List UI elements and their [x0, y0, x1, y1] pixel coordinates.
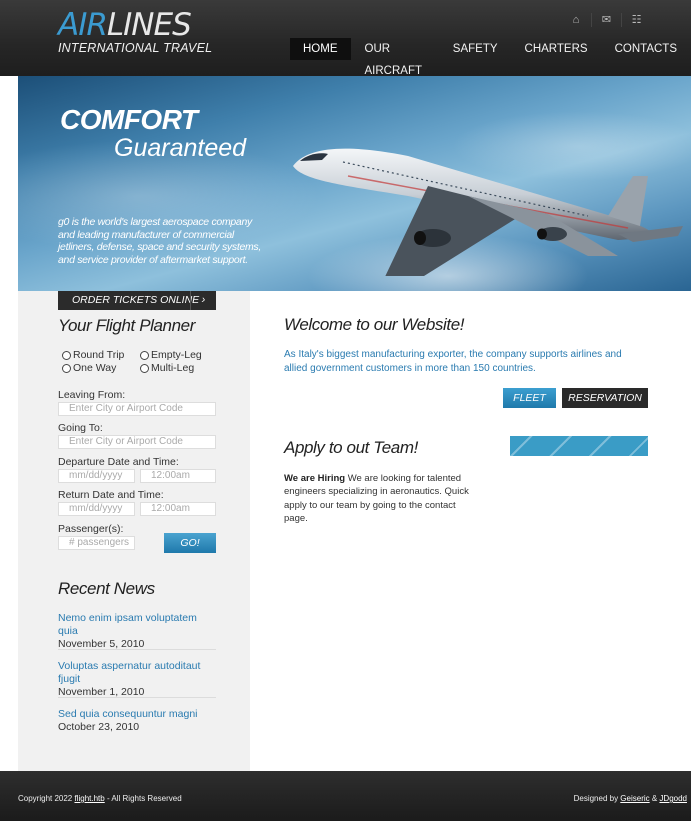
- sitemap-icon[interactable]: ☷: [621, 13, 651, 27]
- going-to-label: Going To:: [58, 422, 103, 434]
- designer-link-1[interactable]: Geiseric: [620, 794, 649, 803]
- radio-circle-icon: [62, 350, 71, 360]
- designed-prefix: Designed by: [573, 794, 621, 803]
- news-divider: [58, 697, 216, 698]
- nav-contacts[interactable]: CONTACTS: [602, 38, 690, 60]
- radio-label: Empty-Leg: [151, 349, 202, 361]
- mail-icon[interactable]: ✉: [591, 13, 621, 27]
- top-icons: ⌂ ✉ ☷: [561, 13, 651, 27]
- progress-bar-fill: [510, 436, 648, 456]
- reservation-button[interactable]: RESERVATION: [562, 388, 648, 408]
- site-link[interactable]: flight.htb: [74, 794, 104, 803]
- recent-news-title: Recent News: [58, 579, 155, 598]
- news-item: Voluptas aspernatur autoditaut fjugit No…: [58, 660, 216, 699]
- designed-by-text: Designed by Geiseric & JDgodd: [574, 794, 687, 803]
- order-tickets-label: ORDER TICKETS ONLINE: [72, 294, 200, 306]
- nav-safety[interactable]: SAFETY: [440, 38, 511, 60]
- return-label: Return Date and Time:: [58, 489, 164, 501]
- logo[interactable]: AIRLINES: [58, 7, 192, 43]
- hero-title: COMFORT: [60, 104, 198, 135]
- passengers-input[interactable]: # passengers: [58, 536, 135, 550]
- main-nav: HOME OUR AIRCRAFT SAFETY CHARTERS CONTAC…: [290, 38, 691, 77]
- radio-empty-leg[interactable]: Empty-Leg: [140, 349, 202, 361]
- chevron-right-icon: ›: [190, 291, 216, 310]
- news-divider: [58, 649, 216, 650]
- logo-part-air: AIR: [58, 7, 108, 43]
- hero-banner: COMFORT Guaranteed g0 is the world's lar…: [18, 76, 691, 291]
- leaving-from-label: Leaving From:: [58, 389, 126, 401]
- airplane-image: [293, 148, 683, 276]
- leaving-from-input[interactable]: Enter City or Airport Code: [58, 402, 216, 416]
- news-date: October 23, 2010: [58, 721, 140, 733]
- radio-one-way[interactable]: One Way: [62, 362, 116, 374]
- go-button[interactable]: GO!: [164, 533, 216, 553]
- header: AIRLINES INTERNATIONAL TRAVEL ⌂ ✉ ☷ HOME…: [0, 0, 691, 77]
- flight-planner-title: Your Flight Planner: [58, 316, 195, 335]
- passengers-label: Passenger(s):: [58, 523, 124, 535]
- logo-subtitle: INTERNATIONAL TRAVEL: [58, 41, 213, 55]
- news-link[interactable]: Sed quia consequuntur magni: [58, 708, 216, 721]
- nav-home[interactable]: HOME: [290, 38, 351, 60]
- news-item: Sed quia consequuntur magni October 23, …: [58, 708, 216, 734]
- hero-subtitle: Guaranteed: [114, 134, 247, 162]
- nav-our-aircraft[interactable]: OUR AIRCRAFT: [352, 38, 439, 77]
- welcome-title: Welcome to our Website!: [284, 315, 465, 334]
- radio-circle-icon: [140, 350, 149, 360]
- designer-separator: &: [649, 794, 660, 803]
- designer-link-2[interactable]: JDgodd: [659, 794, 687, 803]
- welcome-text: As Italy's biggest manufacturing exporte…: [284, 349, 622, 374]
- radio-circle-icon: [140, 363, 149, 373]
- home-icon[interactable]: ⌂: [561, 13, 591, 27]
- return-date-input[interactable]: mm/dd/yyyy: [58, 502, 135, 516]
- logo-part-lines: LINES: [106, 7, 192, 43]
- radio-multi-leg[interactable]: Multi-Leg: [140, 362, 194, 374]
- radio-label: One Way: [73, 362, 117, 374]
- hiring-label: We are Hiring: [284, 473, 346, 484]
- apply-title: Apply to out Team!: [284, 438, 418, 457]
- copyright-suffix: - All Rights Reserved: [104, 794, 182, 803]
- news-link[interactable]: Nemo enim ipsam voluptatem quia: [58, 612, 216, 638]
- radio-round-trip[interactable]: Round Trip: [62, 349, 124, 361]
- departure-date-input[interactable]: mm/dd/yyyy: [58, 469, 135, 483]
- return-time-input[interactable]: 12:00am: [140, 502, 216, 516]
- going-to-input[interactable]: Enter City or Airport Code: [58, 435, 216, 449]
- news-link[interactable]: Voluptas aspernatur autoditaut fjugit: [58, 660, 216, 686]
- radio-label: Round Trip: [73, 349, 125, 361]
- progress-bar: [510, 436, 648, 456]
- footer: Copyright 2022 flight.htb - All Rights R…: [0, 771, 691, 821]
- copyright-text: Copyright 2022 flight.htb - All Rights R…: [18, 794, 182, 803]
- radio-label: Multi-Leg: [151, 362, 195, 374]
- copyright-prefix: Copyright 2022: [18, 794, 75, 803]
- departure-time-input[interactable]: 12:00am: [140, 469, 216, 483]
- news-item: Nemo enim ipsam voluptatem quia November…: [58, 612, 216, 651]
- departure-label: Departure Date and Time:: [58, 456, 179, 468]
- nav-charters[interactable]: CHARTERS: [512, 38, 601, 60]
- fleet-button[interactable]: FLEET: [503, 388, 556, 408]
- order-tickets-button[interactable]: ORDER TICKETS ONLINE ›: [58, 291, 216, 310]
- hero-text: g0 is the world's largest aerospace comp…: [58, 216, 262, 266]
- radio-circle-icon: [62, 363, 71, 373]
- apply-text: We are Hiring We are looking for talente…: [284, 472, 474, 525]
- sidebar: ORDER TICKETS ONLINE › Your Flight Plann…: [18, 291, 250, 771]
